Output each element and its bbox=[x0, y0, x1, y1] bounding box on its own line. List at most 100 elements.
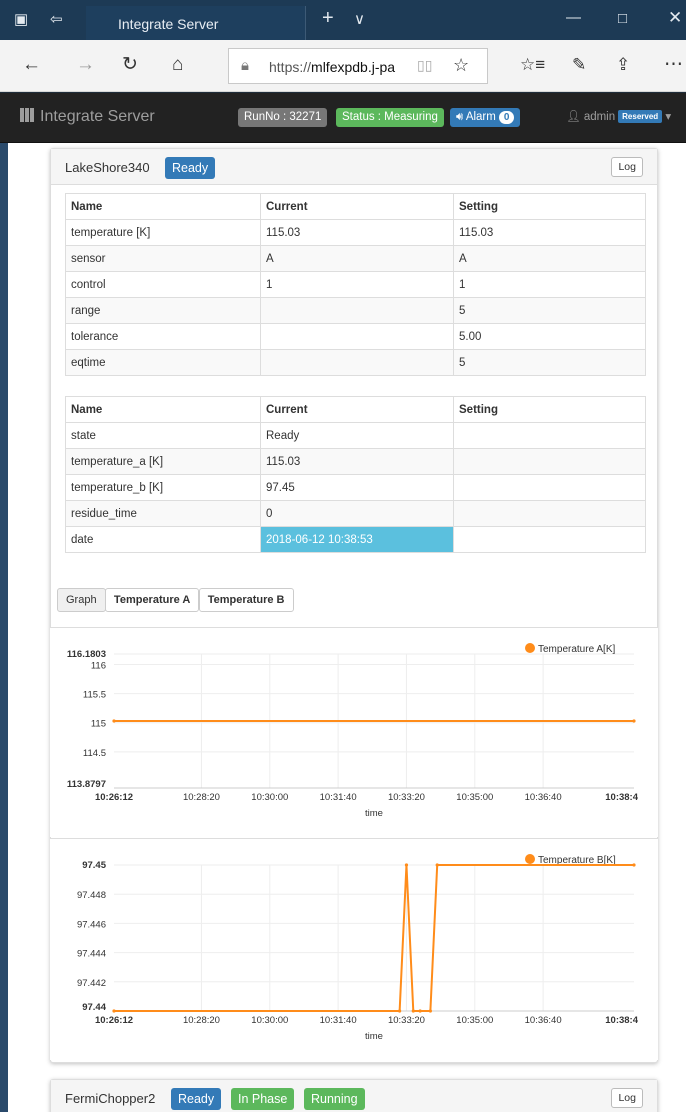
table-row: control 1 1 bbox=[65, 271, 646, 298]
x-tick-label: 10:28:20 bbox=[183, 1015, 220, 1026]
x-tick-label: 10:28:20 bbox=[183, 792, 220, 803]
table-row: range 5 bbox=[65, 297, 646, 324]
forward-icon[interactable]: → bbox=[76, 55, 95, 75]
table-row: tolerance 5.00 bbox=[65, 323, 646, 350]
app-navbar: Integrate Server RunNo : 32271 Status : … bbox=[0, 93, 686, 143]
lock-icon: 🔒︎ bbox=[241, 57, 249, 74]
y-tick-label: 97.444 bbox=[77, 949, 106, 960]
minimize-icon[interactable]: — bbox=[566, 10, 581, 26]
maximize-icon[interactable]: □ bbox=[618, 11, 627, 27]
url-prefix: https:// bbox=[269, 59, 312, 75]
data-point bbox=[632, 863, 636, 867]
user-menu[interactable]: 👤︎ admin Reserved ▾ bbox=[566, 109, 671, 123]
y-tick-label: 116.1803 bbox=[67, 649, 106, 660]
temperature-b-chart-svg: 97.45 97.448 97.446 97.444 97.442 97.44 10:26:… bbox=[77, 854, 639, 1042]
lakeshore-status-table: Name Current Setting state Ready temperatu… bbox=[65, 396, 646, 553]
browser-tab[interactable]: Integrate Server bbox=[86, 6, 306, 40]
fermichopper-log-button[interactable]: Log bbox=[611, 1088, 643, 1108]
tab-actions-icon[interactable]: ▣ bbox=[14, 12, 28, 28]
table-row: residue_time 0 bbox=[65, 500, 646, 527]
y-tick-label: 97.442 bbox=[77, 978, 106, 989]
set-aside-tabs-icon[interactable]: ⇦ bbox=[50, 12, 63, 28]
lakeshore-log-button[interactable]: Log bbox=[611, 157, 643, 177]
url-host: mlfexpdb.j-pa bbox=[311, 59, 396, 75]
table-row: sensor A A bbox=[65, 245, 646, 272]
x-tick-label: 10:26:12 bbox=[95, 1015, 133, 1026]
home-icon[interactable]: ⌂ bbox=[172, 55, 183, 75]
share-icon[interactable]: ⇪ bbox=[616, 55, 630, 75]
temperature-a-chart: 116.1803 116 115.5 115 114.5 113.8797 10:26:12… bbox=[50, 627, 658, 837]
cell-current bbox=[260, 349, 454, 376]
y-tick-label: 97.446 bbox=[77, 919, 106, 930]
fermichopper-title: FermiChopper2 bbox=[65, 1091, 156, 1106]
y-tick-label: 97.448 bbox=[77, 890, 106, 901]
temperature-b-chart: 97.45 97.448 97.446 97.444 97.442 97.44 10:26:… bbox=[50, 838, 658, 1060]
user-icon: 👤︎ bbox=[566, 111, 581, 123]
lakeshore-status-table-body: state Ready temperature_a [K] 115.03 tempera… bbox=[65, 422, 646, 553]
cell-name: tolerance bbox=[65, 323, 261, 350]
data-point bbox=[632, 719, 636, 723]
caret-down-icon: ▾ bbox=[665, 111, 672, 123]
tab-temperature-a[interactable]: Temperature A bbox=[104, 588, 200, 612]
lakeshore-ready-badge: Ready bbox=[165, 157, 216, 179]
cell-setting bbox=[453, 526, 646, 553]
table-row: temperature_a [K] 115.03 bbox=[65, 448, 646, 475]
cell-setting bbox=[453, 474, 646, 501]
cell-name: control bbox=[65, 271, 261, 298]
y-tick-label: 114.5 bbox=[83, 748, 106, 759]
x-tick-label: 10:36:40 bbox=[525, 1015, 562, 1026]
refresh-icon[interactable]: ↻ bbox=[122, 55, 138, 75]
cell-name: state bbox=[65, 422, 261, 449]
speaker-icon: 🔊︎ bbox=[456, 111, 464, 123]
favorite-star-icon[interactable]: ☆ bbox=[453, 55, 469, 76]
lakeshore-panel-header: LakeShore340 Ready Log bbox=[51, 149, 657, 185]
cell-setting: A bbox=[453, 245, 646, 272]
table-header-row: Name Current Setting bbox=[65, 193, 646, 220]
graph-tabs: Graph Temperature A Temperature B bbox=[57, 588, 294, 614]
reading-view-icon[interactable]: ▯▯ bbox=[417, 57, 432, 74]
column-header-setting: Setting bbox=[453, 193, 646, 220]
alarm-button[interactable]: 🔊︎ Alarm 0 bbox=[450, 108, 521, 127]
cell-current: 0 bbox=[260, 500, 454, 527]
run-number-label: RunNo : 32271 bbox=[238, 108, 328, 127]
data-point bbox=[404, 863, 409, 867]
x-tick-label: 10:36:40 bbox=[525, 792, 562, 803]
x-tick-label: 10:38:4 bbox=[605, 1015, 638, 1026]
lakeshore-settings-table: Name Current Setting temperature [K] 115.… bbox=[65, 193, 646, 376]
cell-setting: 5 bbox=[453, 297, 646, 324]
brand[interactable]: Integrate Server bbox=[20, 108, 155, 126]
favorites-hub-icon[interactable]: ☆≡ bbox=[520, 55, 545, 75]
x-tick-label: 10:30:00 bbox=[251, 792, 288, 803]
page-content: LakeShore340 Ready Log Name Current Sett… bbox=[8, 143, 686, 1112]
table-row: temperature_b [K] 97.45 bbox=[65, 474, 646, 501]
cell-setting: 5 bbox=[453, 349, 646, 376]
status-label: Status : Measuring bbox=[336, 108, 444, 127]
url-field[interactable]: 🔒︎ https://mlfexpdb.j-pa ▯▯ ☆ bbox=[228, 48, 488, 84]
x-tick-label: 10:33:20 bbox=[388, 792, 425, 803]
tab-graph[interactable]: Graph bbox=[57, 588, 106, 612]
cell-name: temperature_a [K] bbox=[65, 448, 261, 475]
tab-preview-chevron-icon[interactable]: ∨ bbox=[354, 12, 365, 28]
x-tick-label: 10:31:40 bbox=[320, 1015, 357, 1026]
new-tab-icon[interactable]: + bbox=[322, 8, 334, 28]
more-menu-icon[interactable]: ⋯ bbox=[664, 55, 683, 75]
address-bar: ← → ↻ ⌂ 🔒︎ https://mlfexpdb.j-pa ▯▯ ☆ ☆≡… bbox=[0, 40, 686, 92]
cell-setting bbox=[453, 448, 646, 475]
cell-name: date bbox=[65, 526, 261, 553]
data-point bbox=[411, 1009, 415, 1013]
cell-name: eqtime bbox=[65, 349, 261, 376]
back-icon[interactable]: ← bbox=[22, 55, 41, 75]
y-tick-label: 97.45 bbox=[82, 860, 106, 871]
tab-temperature-b[interactable]: Temperature B bbox=[198, 588, 294, 612]
column-header-current: Current bbox=[260, 396, 454, 423]
close-window-icon[interactable]: ✕ bbox=[668, 9, 682, 26]
background-strip bbox=[0, 143, 8, 1112]
cell-current bbox=[260, 297, 454, 324]
cell-current: 115.03 bbox=[260, 448, 454, 475]
cell-setting bbox=[453, 422, 646, 449]
x-tick-label: 10:31:40 bbox=[320, 792, 357, 803]
cell-current: Ready bbox=[260, 422, 454, 449]
web-note-pen-icon[interactable]: ✎ bbox=[572, 55, 586, 75]
cell-name: temperature [K] bbox=[65, 219, 261, 246]
x-tick-label: 10:38:4 bbox=[605, 792, 638, 803]
